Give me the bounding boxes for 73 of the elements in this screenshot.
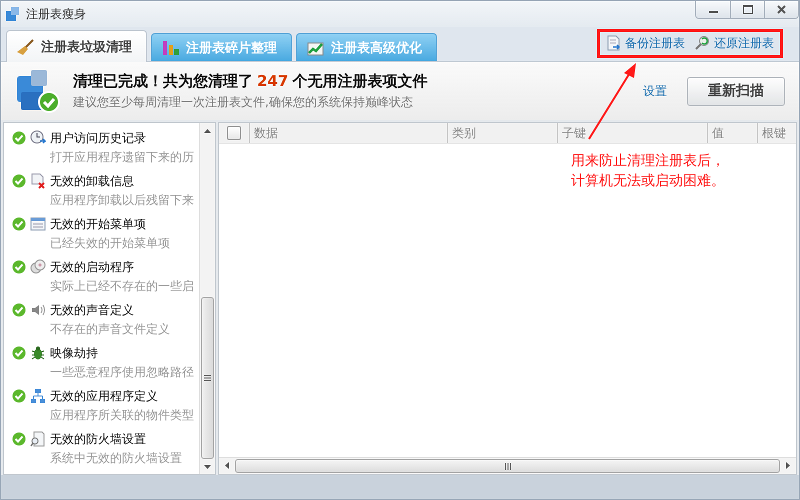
bug-icon bbox=[30, 345, 46, 361]
check-icon bbox=[12, 131, 26, 145]
category-description: 不存在的声音文件定义 bbox=[50, 320, 171, 338]
horizontal-scrollbar[interactable] bbox=[219, 457, 796, 474]
category-title: 无效的启动程序 bbox=[50, 258, 135, 276]
document-arrow-icon bbox=[606, 35, 622, 51]
category-description: 应用程序卸载以后残留下来 bbox=[50, 192, 195, 208]
close-icon bbox=[777, 5, 786, 14]
category-description: 已经失效的开始菜单项 bbox=[50, 234, 171, 252]
category-item[interactable]: 用户访问历史记录 打开应用程序遗留下来的历 bbox=[4, 128, 199, 171]
category-item[interactable]: 无效的启动程序 实际上已经不存在的一些启 bbox=[4, 257, 199, 300]
disc-icon bbox=[30, 259, 46, 275]
cubes-check-icon bbox=[15, 68, 61, 114]
window-title: 注册表瘦身 bbox=[26, 6, 86, 22]
scroll-thumb[interactable] bbox=[201, 297, 214, 459]
network-icon bbox=[30, 388, 46, 404]
check-icon bbox=[12, 217, 26, 231]
category-item[interactable]: 无效的开始菜单项 已经失效的开始菜单项 bbox=[4, 214, 199, 257]
vertical-scrollbar[interactable] bbox=[199, 123, 215, 474]
toolbar-link[interactable]: 还原注册表 bbox=[695, 34, 774, 52]
left-arrow-icon bbox=[225, 462, 229, 469]
category-item[interactable]: 无效的声音定义 不存在的声音文件定义 bbox=[4, 300, 199, 343]
grip-icon bbox=[504, 462, 510, 470]
category-item[interactable]: 无效的应用程序定义 应用程序所关联的物件类型 bbox=[4, 386, 199, 429]
clock-icon bbox=[30, 130, 46, 146]
category-description: 应用程序所关联的物件类型 bbox=[50, 406, 195, 424]
category-title: 无效的防火墙设置 bbox=[50, 430, 147, 448]
category-item[interactable]: 无效的卸载信息 应用程序卸载以后残留下来 bbox=[4, 171, 199, 214]
tab[interactable]: 注册表垃圾清理 bbox=[6, 30, 147, 62]
check-icon bbox=[12, 389, 26, 403]
document-x-icon bbox=[30, 173, 46, 189]
minimize-button[interactable] bbox=[696, 1, 730, 18]
scroll-thumb[interactable] bbox=[235, 459, 780, 473]
annotation-text: 计算机无法或启动困难。 bbox=[571, 172, 725, 191]
trend-chart-icon bbox=[307, 40, 325, 56]
check-icon bbox=[12, 303, 26, 317]
category-description: 打开应用程序遗留下来的历 bbox=[50, 148, 195, 166]
select-all-checkbox[interactable] bbox=[227, 126, 241, 140]
check-icon bbox=[12, 260, 26, 274]
speaker-icon bbox=[30, 302, 46, 318]
grip-icon bbox=[204, 375, 211, 381]
maximize-button[interactable] bbox=[730, 1, 764, 18]
category-title: 无效的开始菜单项 bbox=[50, 216, 147, 232]
document-search-icon bbox=[30, 431, 46, 447]
cubes-icon bbox=[5, 6, 21, 22]
summary-headline: 清理已完成！共为您清理了 247 个无用注册表项文件 bbox=[73, 72, 428, 90]
down-arrow-icon bbox=[204, 464, 211, 468]
category-title: 无效的声音定义 bbox=[50, 302, 135, 318]
magnifier-icon bbox=[695, 35, 711, 51]
broom-icon bbox=[17, 38, 35, 54]
category-description: 一些恶意程序使用忽略路径 bbox=[50, 364, 195, 380]
category-item[interactable]: 映像劫持 一些恶意程序使用忽略路径 bbox=[4, 343, 199, 386]
category-title: 无效的卸载信息 bbox=[50, 172, 135, 190]
maximize-icon bbox=[742, 5, 752, 14]
up-arrow-icon bbox=[204, 128, 211, 132]
list-window-icon bbox=[30, 216, 46, 232]
category-description: 系统中无效的防火墙设置 bbox=[50, 450, 183, 466]
toolbar-link[interactable]: 备份注册表 bbox=[606, 34, 685, 52]
annotation-text: 用来防止清理注册表后， bbox=[571, 152, 725, 171]
check-icon bbox=[12, 432, 26, 446]
settings-link[interactable]: 设置 bbox=[643, 82, 667, 100]
category-item[interactable]: 无效的防火墙设置 系统中无效的防火墙设置 bbox=[4, 429, 199, 472]
check-icon bbox=[12, 346, 26, 360]
check-icon bbox=[12, 174, 26, 188]
category-description: 实际上已经不存在的一些启 bbox=[50, 278, 195, 294]
bar-chart-icon bbox=[162, 40, 180, 56]
rescan-button[interactable]: 重新扫描 bbox=[687, 76, 785, 106]
category-title: 映像劫持 bbox=[50, 344, 99, 362]
summary-hint: 建议您至少每周清理一次注册表文件,确保您的系统保持巅峰状态 bbox=[73, 94, 414, 110]
category-title: 无效的应用程序定义 bbox=[50, 388, 159, 404]
category-title: 用户访问历史记录 bbox=[50, 130, 147, 146]
right-arrow-icon bbox=[786, 462, 790, 469]
close-button[interactable] bbox=[764, 1, 798, 18]
